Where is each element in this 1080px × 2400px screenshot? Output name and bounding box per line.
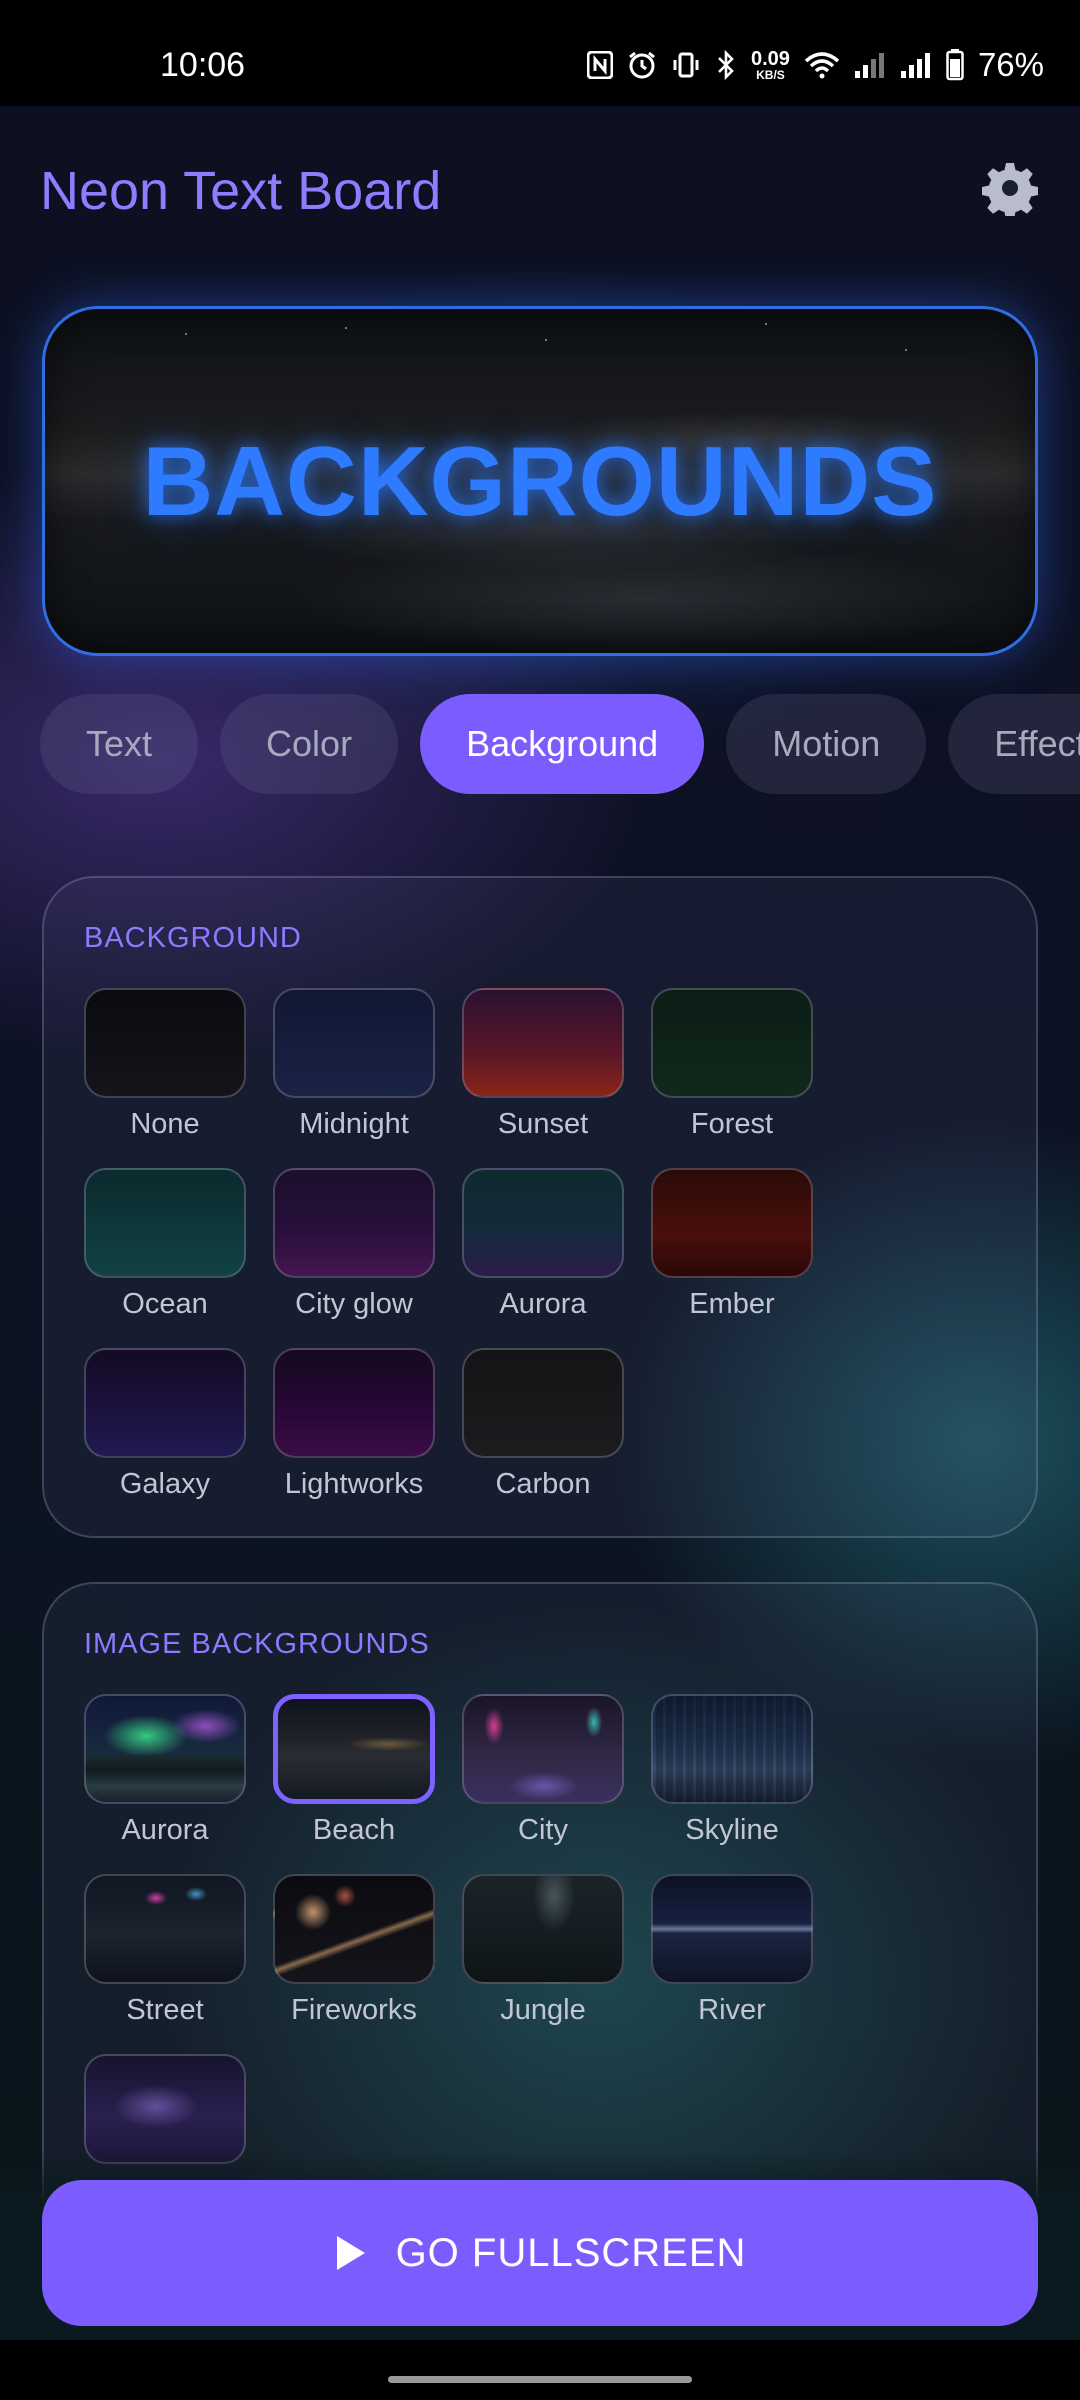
swatch-label: Jungle bbox=[500, 1994, 586, 2026]
swatch-preview bbox=[462, 988, 624, 1098]
text-preview[interactable]: BACKGROUNDS bbox=[42, 306, 1038, 656]
swatch-preview bbox=[84, 988, 246, 1098]
swatch-label: Aurora bbox=[499, 1288, 587, 1320]
swatch-preview bbox=[273, 988, 435, 1098]
tab-text[interactable]: Text bbox=[40, 694, 199, 794]
battery-percent: 76% bbox=[977, 46, 1044, 83]
net-speed: 0.09 KB/S bbox=[751, 49, 790, 81]
home-indicator[interactable] bbox=[388, 2376, 692, 2383]
swatch-ember[interactable]: Ember bbox=[651, 1168, 813, 1321]
status-bar: 10:06 0.09 KB/S 76% bbox=[0, 0, 1080, 106]
image-skyline[interactable]: Skyline bbox=[651, 1694, 813, 1847]
swatch-label: Beach bbox=[312, 1814, 396, 1846]
swatch-galaxy[interactable]: Galaxy bbox=[84, 1348, 246, 1501]
swatch-label: Ocean bbox=[122, 1288, 208, 1320]
vibrate-icon bbox=[673, 52, 699, 78]
swatch-label: Forest bbox=[690, 1108, 774, 1140]
status-icons: 0.09 KB/S 76% bbox=[587, 46, 1044, 84]
swatch-midnight[interactable]: Midnight bbox=[273, 988, 435, 1141]
swatch-none[interactable]: None bbox=[84, 988, 246, 1141]
swatch-label: Lightworks bbox=[284, 1468, 424, 1500]
wifi-icon bbox=[804, 52, 840, 79]
image-preview bbox=[651, 1874, 813, 1984]
image-city[interactable]: City bbox=[462, 1694, 624, 1847]
app-screen: 10:06 0.09 KB/S 76% Neon Text Board BACK… bbox=[0, 0, 1080, 2400]
gear-icon bbox=[982, 163, 1038, 216]
bluetooth-icon bbox=[718, 50, 734, 80]
image-river[interactable]: River bbox=[651, 1874, 813, 2027]
swatch-preview bbox=[462, 1348, 624, 1458]
preview-text: BACKGROUNDS bbox=[142, 425, 938, 536]
swatch-label: Fireworks bbox=[291, 1994, 417, 2026]
tab-color[interactable]: Color bbox=[220, 694, 399, 794]
swatch-label: Carbon bbox=[495, 1468, 591, 1500]
tab-motion[interactable]: Motion bbox=[726, 694, 927, 794]
go-fullscreen-button[interactable]: GO FULLSCREEN bbox=[42, 2180, 1038, 2326]
nfc-icon bbox=[587, 51, 613, 79]
image-beach[interactable]: Beach bbox=[273, 1694, 435, 1847]
image-panel-title: IMAGE BACKGROUNDS bbox=[84, 1628, 430, 1660]
swatch-lightworks[interactable]: Lightworks bbox=[273, 1348, 435, 1501]
image-aurora[interactable]: Aurora bbox=[84, 1694, 246, 1847]
swatch-label: Midnight bbox=[299, 1108, 409, 1140]
image-street[interactable]: Street bbox=[84, 1874, 246, 2027]
swatch-label: None bbox=[130, 1108, 200, 1140]
image-preview bbox=[462, 1874, 624, 1984]
background-panel: BACKGROUND None Midnight Sunset Forest O… bbox=[42, 876, 1038, 1538]
image-preview bbox=[462, 1694, 624, 1804]
battery-icon bbox=[946, 49, 964, 81]
signal-icon bbox=[900, 53, 930, 78]
status-time: 10:06 bbox=[160, 46, 246, 84]
tab-background[interactable]: Background bbox=[420, 694, 705, 794]
image-preview bbox=[84, 1874, 246, 1984]
swatch-label: Skyline bbox=[685, 1814, 779, 1846]
net-speed-value: 0.09 bbox=[751, 48, 790, 70]
net-speed-unit: KB/S bbox=[756, 68, 785, 82]
image-preview bbox=[273, 1694, 435, 1804]
swatch-carbon[interactable]: Carbon bbox=[462, 1348, 624, 1501]
go-fullscreen-label: GO FULLSCREEN bbox=[395, 2230, 747, 2275]
swatch-preview bbox=[273, 1168, 435, 1278]
swatch-preview bbox=[84, 1348, 246, 1458]
play-icon bbox=[336, 2236, 365, 2270]
tab-effects[interactable]: Effects bbox=[948, 694, 1080, 794]
alarm-icon bbox=[629, 51, 655, 79]
swatch-label: River bbox=[698, 1994, 766, 2026]
swatch-label: Aurora bbox=[121, 1814, 209, 1846]
swatch-label: Sunset bbox=[497, 1108, 589, 1140]
swatch-preview bbox=[273, 1348, 435, 1458]
swatch-label: Street bbox=[126, 1994, 204, 2026]
navigation-bar bbox=[0, 2340, 1080, 2400]
signal-icon bbox=[854, 53, 884, 78]
background-panel-title: BACKGROUND bbox=[84, 922, 302, 954]
swatch-label: City bbox=[518, 1814, 568, 1846]
swatch-sunset[interactable]: Sunset bbox=[462, 988, 624, 1141]
swatch-forest[interactable]: Forest bbox=[651, 988, 813, 1141]
swatch-label: Galaxy bbox=[119, 1468, 211, 1500]
swatch-preview bbox=[651, 1168, 813, 1278]
image-preview bbox=[651, 1694, 813, 1804]
app-title: Neon Text Board bbox=[40, 161, 442, 221]
swatch-preview bbox=[462, 1168, 624, 1278]
swatch-preview bbox=[651, 988, 813, 1098]
swatch-preview bbox=[84, 1168, 246, 1278]
swatch-aurora[interactable]: Aurora bbox=[462, 1168, 624, 1321]
tab-bar: Text Color Background Motion Effects bbox=[40, 694, 1080, 794]
settings-button[interactable] bbox=[978, 156, 1042, 220]
image-preview bbox=[273, 1874, 435, 1984]
image-jungle[interactable]: Jungle bbox=[462, 1874, 624, 2027]
image-galaxy[interactable] bbox=[84, 2054, 246, 2164]
image-fireworks[interactable]: Fireworks bbox=[273, 1874, 435, 2027]
image-preview bbox=[84, 2054, 246, 2164]
swatch-ocean[interactable]: Ocean bbox=[84, 1168, 246, 1321]
swatch-label: Ember bbox=[689, 1288, 775, 1320]
swatch-city-glow[interactable]: City glow bbox=[273, 1168, 435, 1321]
image-preview bbox=[84, 1694, 246, 1804]
swatch-label: City glow bbox=[295, 1288, 413, 1320]
